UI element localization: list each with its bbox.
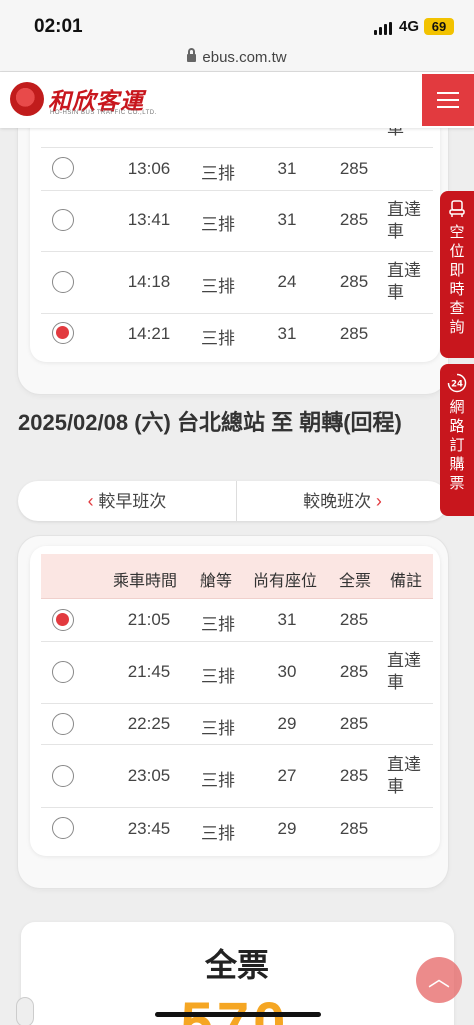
header-price: 全票: [339, 573, 372, 590]
price-cell: 285: [339, 714, 369, 733]
signal-icon: [374, 22, 392, 35]
price-cell: 285: [339, 766, 369, 785]
select-radio[interactable]: [52, 157, 74, 179]
header-class: 艙等: [200, 573, 233, 590]
select-radio-selected[interactable]: [52, 609, 74, 631]
seats-cell: 29: [277, 819, 297, 838]
seats-cell: 24: [277, 272, 297, 291]
table-row[interactable]: 14:18 三排 24 285 直達車: [41, 252, 433, 314]
fare-price: 570: [180, 991, 290, 1025]
table-row[interactable]: 14:21 三排 31 285: [41, 314, 433, 354]
select-radio-selected[interactable]: [52, 322, 74, 344]
seat-query-tab[interactable]: 空位即時查詢: [440, 191, 474, 358]
select-radio[interactable]: [52, 817, 74, 839]
price-cell: 285: [339, 324, 369, 343]
network-type: 4G: [399, 18, 420, 35]
url-bar[interactable]: ebus.com.tw: [0, 44, 474, 72]
table-row[interactable]: 23:05 三排 27 285 直達車: [41, 745, 433, 808]
clock-24-icon: 24: [447, 373, 467, 393]
time-cell: 13:41: [127, 210, 171, 229]
lock-icon: [187, 48, 197, 62]
menu-button[interactable]: [422, 74, 474, 126]
svg-text:24: 24: [451, 380, 463, 390]
table-row[interactable]: 23:45 三排 29 285: [41, 808, 433, 850]
header-note: 備註: [390, 573, 423, 590]
fare-label: 全票: [204, 947, 269, 983]
seats-cell: 29: [277, 714, 297, 733]
later-button[interactable]: 較晚班次 ›: [236, 481, 448, 521]
select-radio[interactable]: [52, 661, 74, 683]
header-time: 乘車時間: [113, 573, 178, 590]
seats-cell: 31: [277, 610, 297, 629]
logo-english: HO-HSIN BUS TRAFFIC CO.,LTD.: [50, 110, 157, 116]
class-cell: 三排: [201, 277, 235, 296]
earlier-label: 較早班次: [98, 492, 167, 511]
table-row[interactable]: 13:41 三排 31 285 直達車: [41, 191, 433, 252]
time-cell: 14:18: [127, 272, 171, 291]
time-cell: 23:45: [127, 819, 171, 838]
price-cell: 285: [339, 662, 369, 681]
class-cell: 三排: [201, 329, 235, 348]
url-text: ebus.com.tw: [202, 49, 287, 66]
seat-query-label: 空位即時查詢: [449, 224, 465, 336]
scroll-top-button[interactable]: ︿: [416, 957, 462, 1003]
note-cell: 直達車: [387, 651, 421, 692]
price-cell: 285: [339, 819, 369, 838]
table-row[interactable]: 21:05 三排 31 285: [41, 599, 433, 642]
seats-cell: 30: [277, 662, 297, 681]
later-label: 較晚班次: [303, 492, 372, 511]
class-cell: 三排: [201, 215, 235, 234]
time-cell: 13:06: [127, 159, 171, 178]
header-seats: 尚有座位: [253, 573, 318, 590]
select-radio[interactable]: [52, 209, 74, 231]
seats-cell: 27: [277, 766, 297, 785]
chevron-left-icon: ‹: [87, 491, 94, 511]
battery-icon: 69: [424, 18, 454, 35]
seat-icon: [449, 200, 465, 217]
home-indicator: [155, 1012, 321, 1017]
note-cell: 直達車: [387, 200, 421, 241]
class-cell: 三排: [201, 824, 235, 843]
select-radio[interactable]: [52, 713, 74, 735]
table-row[interactable]: 13:06 三排 31 285: [41, 148, 433, 191]
price-cell: 285: [339, 159, 369, 178]
seats-cell: 31: [277, 210, 297, 229]
site-header: 和欣客運 HO-HSIN BUS TRAFFIC CO.,LTD.: [0, 72, 474, 128]
price-cell: 285: [339, 610, 369, 629]
hamburger-icon: [437, 92, 459, 94]
earlier-button[interactable]: ‹ 較早班次: [18, 481, 236, 521]
price-cell: 285: [339, 272, 369, 291]
time-cell: 14:21: [127, 324, 171, 343]
online-booking-label: 網路訂購票: [449, 399, 465, 492]
time-cell: 23:05: [127, 766, 171, 785]
note-cell: 直達車: [387, 261, 421, 302]
class-cell: 三排: [201, 164, 235, 183]
schedule-nav: ‹ 較早班次 較晚班次 ›: [18, 481, 448, 521]
class-cell: 三排: [201, 667, 235, 686]
seats-cell: 31: [277, 159, 297, 178]
class-cell: 三排: [201, 771, 235, 790]
price-cell: 285: [339, 210, 369, 229]
status-bar: 02:01 4G 69: [0, 0, 474, 44]
table-header: 乘車時間 艙等 尚有座位 全票 備註: [41, 554, 433, 599]
note-cell: 直達車: [387, 755, 421, 796]
chevron-right-icon: ›: [375, 491, 382, 511]
select-radio[interactable]: [52, 271, 74, 293]
chevron-up-icon: ︿: [427, 966, 450, 991]
time-cell: 22:25: [127, 714, 171, 733]
table-row[interactable]: 22:25 三排 29 285: [41, 704, 433, 745]
status-time: 02:01: [34, 16, 83, 37]
logo-icon[interactable]: [10, 82, 44, 116]
table-row[interactable]: 21:45 三排 30 285 直達車: [41, 642, 433, 704]
seats-cell: 31: [277, 324, 297, 343]
carousel-handle[interactable]: [17, 998, 33, 1025]
time-cell: 21:05: [127, 610, 171, 629]
class-cell: 三排: [201, 719, 235, 738]
class-cell: 三排: [201, 615, 235, 634]
select-radio[interactable]: [52, 765, 74, 787]
return-route-title: 2025/02/08 (六) 台北總站 至 朝轉(回程): [18, 410, 402, 435]
time-cell: 21:45: [127, 662, 171, 681]
online-booking-tab[interactable]: 24 網路訂購票: [440, 364, 474, 516]
